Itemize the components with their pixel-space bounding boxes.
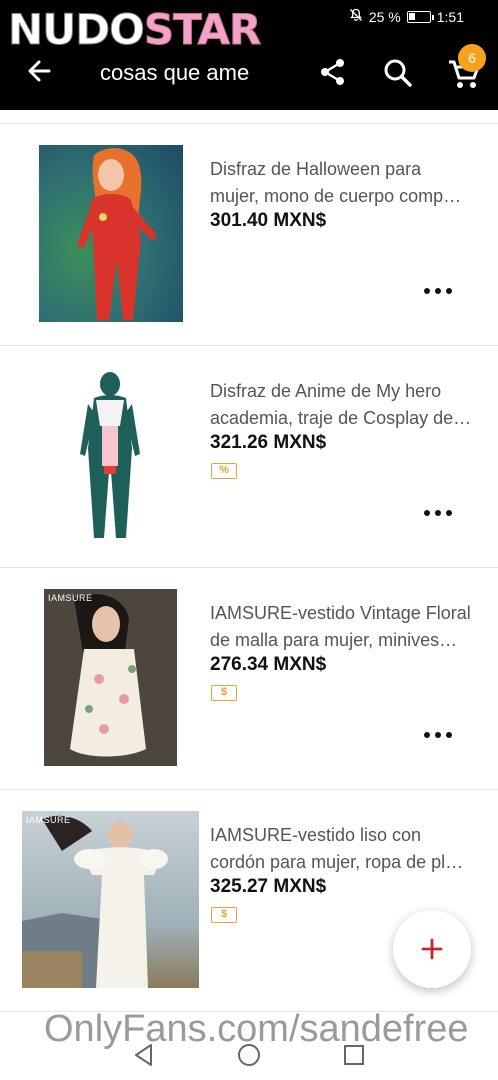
more-icon: [424, 288, 430, 294]
top-app-bar: NUDOSTAR 25 % 1:51 cosas que ame 6: [0, 0, 498, 110]
back-button[interactable]: [22, 54, 56, 88]
list-item[interactable]: Disfraz de Anime de My hero academia, tr…: [0, 346, 498, 568]
product-title-line2: de malla para mujer, minives…: [210, 630, 458, 650]
product-title[interactable]: IAMSURE-vestido liso con cordón para muj…: [210, 822, 486, 876]
product-title[interactable]: Disfraz de Halloween para mujer, mono de…: [210, 156, 486, 210]
search-icon: [384, 59, 412, 87]
plus-icon: [421, 938, 443, 960]
product-title-line2: academia, traje de Cosplay de…: [210, 408, 472, 428]
battery-percent: 25 %: [368, 8, 401, 25]
nav-back-icon: [135, 1044, 152, 1066]
more-icon-dot: [446, 510, 452, 516]
share-icon: [321, 59, 344, 85]
nav-back-button[interactable]: [131, 1042, 157, 1068]
system-nav-bar: [0, 1030, 498, 1080]
more-icon-dot: [446, 732, 452, 738]
product-price: 276.34 MXN$: [210, 654, 327, 675]
image-brand-text: IAMSURE: [26, 815, 71, 825]
page-title: cosas que ame: [100, 60, 250, 85]
search-button[interactable]: [381, 56, 415, 90]
nav-home-icon: [238, 1044, 260, 1066]
nav-recents-button[interactable]: [341, 1042, 367, 1068]
product-price: 301.40 MXN$: [210, 210, 327, 231]
cart-count-badge: 6: [458, 44, 486, 72]
more-icon-dot: [435, 288, 441, 294]
watermark-logo: NUDOSTAR: [8, 2, 262, 58]
product-image[interactable]: IAMSURE: [22, 811, 199, 988]
more-icon-dot: [435, 510, 441, 516]
wishlist: Disfraz de Halloween para mujer, mono de…: [0, 110, 498, 1012]
discount-badge: %: [211, 463, 237, 479]
product-image[interactable]: [39, 145, 183, 322]
coupon-badge: $: [211, 907, 237, 923]
product-title-line1: IAMSURE-vestido liso con: [210, 825, 422, 845]
product-price: 321.26 MXN$: [210, 432, 327, 453]
share-button[interactable]: [317, 56, 349, 88]
more-options-button[interactable]: [424, 284, 452, 298]
product-price: 325.27 MXN$: [210, 876, 327, 897]
product-image[interactable]: [22, 366, 198, 544]
list-item[interactable]: Disfraz de Halloween para mujer, mono de…: [0, 124, 498, 346]
more-options-button[interactable]: [424, 506, 452, 520]
nav-recents-icon: [344, 1045, 364, 1065]
status-bar: 25 % 1:51: [349, 8, 464, 25]
product-title-line1: Disfraz de Anime de My hero: [210, 381, 442, 401]
watermark-logo-part1: NUDO: [8, 5, 146, 55]
more-icon-dot: [446, 288, 452, 294]
back-arrow-icon: [28, 60, 51, 82]
clock: 1:51: [436, 8, 464, 25]
app-root: NUDOSTAR 25 % 1:51 cosas que ame 6 Disfr…: [0, 0, 498, 1080]
nav-home-button[interactable]: [236, 1042, 262, 1068]
more-options-button[interactable]: [424, 728, 452, 742]
product-title-line1: Disfraz de Halloween para: [210, 159, 422, 179]
list-top-divider: [0, 110, 498, 124]
watermark-logo-part2: STAR: [143, 5, 261, 55]
product-title-line1: IAMSURE-vestido Vintage Floral: [210, 603, 471, 623]
list-item[interactable]: IAMSURE IAMSURE-vestido Vintage Floral d…: [0, 568, 498, 790]
product-title-line2: mujer, mono de cuerpo comp…: [210, 186, 462, 206]
product-title[interactable]: Disfraz de Anime de My hero academia, tr…: [210, 378, 486, 432]
more-icon-dot: [435, 732, 441, 738]
mute-bell-icon: [349, 8, 363, 25]
product-title-line2: cordón para mujer, ropa de pl…: [210, 852, 464, 872]
more-icon: [424, 510, 430, 516]
coupon-badge: $: [211, 685, 237, 701]
product-title[interactable]: IAMSURE-vestido Vintage Floral de malla …: [210, 600, 486, 654]
add-button[interactable]: [393, 910, 471, 988]
battery-icon: [406, 10, 434, 23]
image-brand-text: IAMSURE: [48, 593, 93, 603]
more-icon: [424, 732, 430, 738]
product-image[interactable]: IAMSURE: [44, 589, 177, 766]
